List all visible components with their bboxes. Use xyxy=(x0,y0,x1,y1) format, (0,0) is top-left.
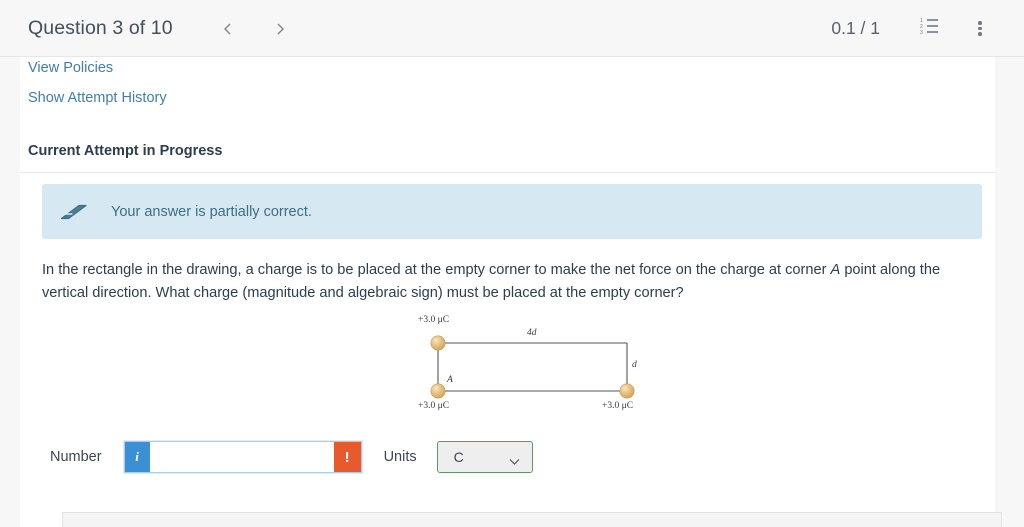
header-right-group: 0.1 / 1 1 2 3 xyxy=(831,0,1000,57)
more-options-button[interactable] xyxy=(960,9,1000,49)
charge-rectangle-figure: +3.0 μC +3.0 μC +3.0 μC 4d d A xyxy=(405,315,670,420)
view-policies-link[interactable]: View Policies xyxy=(28,60,167,76)
section-divider xyxy=(20,172,995,173)
page-title: Question 3 of 10 xyxy=(28,17,173,39)
figure-label-corner-a: A xyxy=(447,375,453,385)
previous-question-button[interactable] xyxy=(209,10,247,48)
figure-label-height: d xyxy=(632,360,637,370)
incorrect-indicator-button[interactable]: ! xyxy=(333,442,361,472)
current-attempt-heading: Current Attempt in Progress xyxy=(28,143,223,159)
units-label: Units xyxy=(383,449,417,465)
question-content-card: View Policies Show Attempt History Curre… xyxy=(20,57,1002,527)
charge-bottom-left xyxy=(430,383,446,399)
score-display: 0.1 / 1 xyxy=(831,18,880,38)
units-select-wrapper: C xyxy=(417,441,533,473)
figure-label-bottom-right-charge: +3.0 μC xyxy=(602,401,634,411)
number-label: Number xyxy=(50,449,102,465)
kebab-menu-icon xyxy=(978,19,982,38)
number-input[interactable] xyxy=(149,442,334,472)
units-select[interactable]: C xyxy=(436,441,533,473)
info-button[interactable]: i xyxy=(124,442,150,472)
figure-label-top-left-charge: +3.0 μC xyxy=(418,315,450,325)
header-left-group: Question 3 of 10 xyxy=(28,0,299,57)
question-prompt: In the rectangle in the drawing, a charg… xyxy=(42,259,980,305)
charge-bottom-right xyxy=(619,383,635,399)
show-attempt-history-link[interactable]: Show Attempt History xyxy=(28,90,167,106)
bottom-panel-peek xyxy=(62,512,1002,527)
number-input-group: i ! xyxy=(123,441,362,473)
svg-text:3: 3 xyxy=(920,30,923,35)
assessment-page: Question 3 of 10 0.1 / 1 1 2 3 View Poli… xyxy=(0,0,1024,527)
figure-label-width: 4d xyxy=(527,328,537,338)
question-text-part1: In the rectangle in the drawing, a charg… xyxy=(42,262,831,278)
feedback-message: Your answer is partially correct. xyxy=(111,203,312,220)
answer-input-row: Number i ! Units C xyxy=(50,440,533,474)
question-corner-label: A xyxy=(830,262,841,278)
chevron-right-icon xyxy=(272,21,288,37)
chevron-left-icon xyxy=(220,21,236,37)
numbered-list-icon: 1 2 3 xyxy=(920,17,940,40)
figure-label-bottom-left-charge: +3.0 μC xyxy=(418,401,450,411)
question-list-button[interactable]: 1 2 3 xyxy=(910,9,950,49)
page-header: Question 3 of 10 0.1 / 1 1 2 3 xyxy=(0,0,1024,57)
eraser-icon xyxy=(59,201,89,223)
feedback-banner: Your answer is partially correct. xyxy=(42,184,982,239)
charge-top-left xyxy=(430,335,446,351)
policy-links: View Policies Show Attempt History xyxy=(28,60,167,120)
next-question-button[interactable] xyxy=(261,10,299,48)
